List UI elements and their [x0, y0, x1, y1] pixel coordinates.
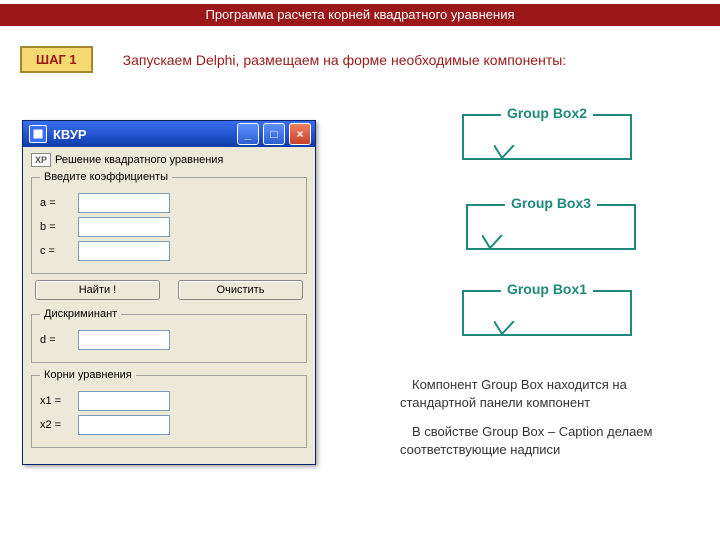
field-x2: x2 = [40, 415, 298, 435]
header-title: Программа расчета корней квадратного ура… [205, 7, 514, 22]
field-b: b = [40, 217, 298, 237]
input-a[interactable] [78, 193, 170, 213]
callout-tail-icon [482, 235, 504, 249]
xp-manifest-row: XP Решение квадратного уравнения [31, 153, 307, 167]
form-caption: Решение квадратного уравнения [55, 154, 223, 166]
groupbox-roots-legend: Корни уравнения [40, 369, 136, 381]
callout-groupbox3-label: Group Box3 [505, 195, 597, 211]
label-d: d = [40, 334, 78, 346]
callout-groupbox1-label: Group Box1 [501, 281, 593, 297]
label-x2: x2 = [40, 419, 78, 431]
groupbox-coefficients-legend: Введите коэффициенты [40, 171, 172, 183]
callout-groupbox1: Group Box1 [462, 290, 632, 336]
callout-tail-icon [494, 145, 516, 159]
notes-block: Компонент Group Box находится на стандар… [400, 376, 660, 470]
clear-button[interactable]: Очистить [178, 280, 303, 300]
step-text: Запускаем Delphi, размещаем на форме нео… [123, 52, 567, 68]
note-2: В свойстве Group Box – Caption делаем со… [400, 423, 660, 458]
callout-groupbox2: Group Box2 [462, 114, 632, 160]
delphi-form-window: КВУР _ □ × XP Решение квадратного уравне… [22, 120, 316, 465]
groupbox-discriminant: Дискриминант d = [31, 308, 307, 363]
groupbox-discriminant-legend: Дискриминант [40, 308, 121, 320]
groupbox-coefficients: Введите коэффициенты a = b = c = [31, 171, 307, 274]
label-c: c = [40, 245, 78, 257]
window-title: КВУР [53, 127, 233, 142]
label-b: b = [40, 221, 78, 233]
input-d[interactable] [78, 330, 170, 350]
step-row: ШАГ 1 Запускаем Delphi, размещаем на фор… [20, 46, 720, 73]
xp-manifest-icon: XP [31, 153, 51, 167]
callout-groupbox3: Group Box3 [466, 204, 636, 250]
input-x1[interactable] [78, 391, 170, 411]
field-a: a = [40, 193, 298, 213]
minimize-button[interactable]: _ [237, 123, 259, 145]
form-body: XP Решение квадратного уравнения Введите… [23, 147, 315, 464]
input-c[interactable] [78, 241, 170, 261]
app-icon [29, 125, 47, 143]
field-c: c = [40, 241, 298, 261]
label-a: a = [40, 197, 78, 209]
step-badge: ШАГ 1 [20, 46, 93, 73]
button-row: Найти ! Очистить [31, 280, 307, 300]
field-d: d = [40, 330, 298, 350]
find-button[interactable]: Найти ! [35, 280, 160, 300]
close-button[interactable]: × [289, 123, 311, 145]
input-x2[interactable] [78, 415, 170, 435]
callout-tail-icon [494, 321, 516, 335]
note-1: Компонент Group Box находится на стандар… [400, 376, 660, 411]
input-b[interactable] [78, 217, 170, 237]
maximize-button[interactable]: □ [263, 123, 285, 145]
page-header: Программа расчета корней квадратного ура… [0, 4, 720, 26]
window-titlebar[interactable]: КВУР _ □ × [23, 121, 315, 147]
groupbox-roots: Корни уравнения x1 = x2 = [31, 369, 307, 448]
field-x1: x1 = [40, 391, 298, 411]
label-x1: x1 = [40, 395, 78, 407]
callout-groupbox2-label: Group Box2 [501, 105, 593, 121]
